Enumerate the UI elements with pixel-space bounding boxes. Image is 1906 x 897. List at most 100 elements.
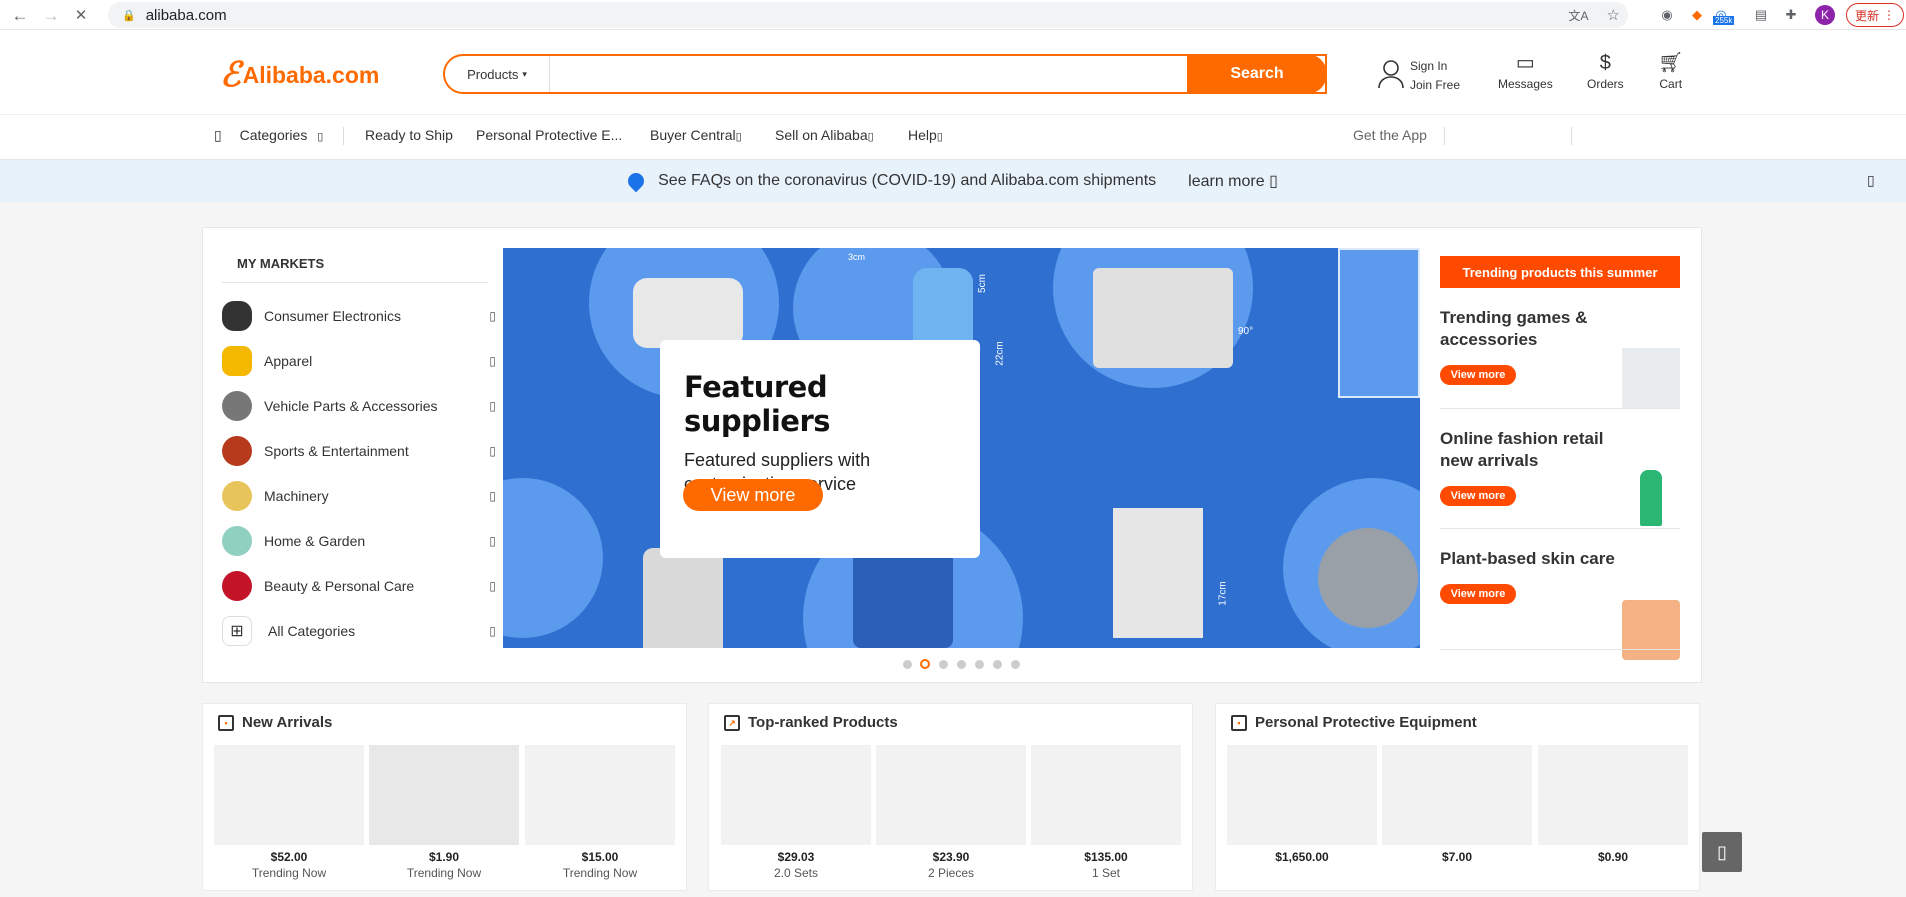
car-parts-icon [222, 391, 252, 421]
chevron-down-icon: ▯ [317, 131, 324, 143]
trending-view-more-button[interactable]: View more [1440, 486, 1516, 506]
covid-notice-text[interactable]: See FAQs on the coronavirus (COVID-19) a… [658, 172, 1156, 190]
carousel-dot[interactable] [1011, 660, 1020, 669]
product-subtext: Trending Now [251, 866, 327, 880]
market-item-apparel[interactable]: Apparel ▯ [222, 343, 496, 379]
learn-more-label: learn more [1188, 173, 1265, 190]
nav-help[interactable]: Help▯ [908, 127, 943, 143]
chevron-right-icon: ▯ [489, 489, 496, 503]
my-markets-title: MY MARKETS [237, 256, 325, 271]
product-black-faucet-image[interactable] [876, 745, 1026, 845]
market-item-all-categories[interactable]: ⊞ All Categories ▯ [222, 613, 496, 649]
skin-care-image[interactable] [1622, 600, 1680, 660]
market-item-beauty-personal-care[interactable]: Beauty & Personal Care ▯ [222, 568, 496, 604]
extension-globe-icon[interactable]: ◉ [1658, 6, 1676, 24]
translate-icon[interactable]: 文A [1569, 7, 1589, 24]
dim-label: 90° [1238, 326, 1254, 337]
kettle-image [643, 548, 723, 648]
menu-list-icon: ▯ [214, 127, 222, 143]
tshirt-icon [222, 346, 252, 376]
window-image [1338, 248, 1420, 398]
forward-arrow-icon[interactable]: → [40, 4, 62, 26]
product-shower-set-image[interactable] [721, 745, 871, 845]
market-item-home-garden[interactable]: Home & Garden ▯ [222, 523, 496, 559]
search-button[interactable]: Search [1187, 54, 1327, 94]
bookmark-star-icon[interactable]: ☆ [1607, 6, 1620, 24]
trending-view-more-button[interactable]: View more [1440, 584, 1516, 604]
building-icon: ▪ [1231, 714, 1247, 731]
url-text: alibaba.com [145, 6, 227, 24]
address-bar[interactable]: 🔒 alibaba.com 文A ☆ [108, 2, 1628, 28]
join-free-link[interactable]: Join Free [1410, 76, 1460, 95]
ppe-title[interactable]: ▪ Personal Protective Equipment [1231, 714, 1477, 731]
trending-header[interactable]: Trending products this summer [1440, 256, 1680, 288]
featured-view-more-button[interactable]: View more [683, 479, 823, 511]
update-button[interactable]: 更新 ⋮ [1846, 3, 1904, 27]
market-item-sports-entertainment[interactable]: Sports & Entertainment ▯ [222, 433, 496, 469]
alibaba-logo[interactable]: ℰ Alibaba.com [220, 55, 379, 95]
carousel-dot-active[interactable] [920, 659, 930, 669]
nav-ready-to-ship[interactable]: Ready to Ship [365, 127, 453, 143]
stop-loading-icon[interactable]: ✕ [70, 4, 92, 26]
messages-button[interactable]: ▭ Messages [1498, 52, 1553, 91]
product-subtext: Trending Now [406, 866, 482, 880]
carousel-dot[interactable] [975, 660, 984, 669]
trending-item-title[interactable]: Plant-based skin care [1440, 548, 1620, 570]
extension-box-icon[interactable]: ▤ [1752, 6, 1770, 24]
feedback-icon[interactable]: ▯ [1702, 832, 1742, 872]
trend-chart-icon: ↗ [724, 714, 740, 731]
trending-item-title[interactable]: Trending games & accessories [1440, 307, 1620, 351]
cart-icon: 🛒︎ [1658, 52, 1684, 74]
trending-item-title[interactable]: Online fashion retail new arrivals [1440, 428, 1620, 472]
lock-icon: 🔒 [122, 9, 136, 22]
user-icon[interactable] [1376, 58, 1406, 90]
nav-personal-protective[interactable]: Personal Protective E... [476, 127, 622, 143]
market-label: Machinery [264, 488, 329, 504]
close-notice-icon[interactable]: ▯ [1867, 172, 1875, 189]
market-label: Apparel [264, 353, 313, 369]
new-arrivals-title[interactable]: ▪ New Arrivals [218, 714, 332, 731]
dress-image[interactable] [1640, 470, 1662, 526]
trending-divider [1440, 528, 1680, 529]
chevron-down-icon: ▯ [936, 131, 943, 143]
market-label: All Categories [268, 623, 356, 639]
more-menu-icon: ⋮ [1883, 8, 1895, 22]
extension-orange-icon[interactable]: ◆ [1688, 6, 1706, 24]
perfume-icon [222, 571, 252, 601]
product-subtext: 2.0 Sets [773, 866, 819, 880]
nav-buyer-central[interactable]: Buyer Central▯ [650, 127, 742, 143]
trending-view-more-button[interactable]: View more [1440, 365, 1516, 385]
carousel-dot[interactable] [939, 660, 948, 669]
carousel-dot[interactable] [993, 660, 1002, 669]
market-item-vehicle-parts[interactable]: Vehicle Parts & Accessories ▯ [222, 388, 496, 424]
chevron-down-icon: ▯ [867, 131, 874, 143]
product-shower-image[interactable] [214, 745, 364, 845]
carousel-dot[interactable] [957, 660, 966, 669]
trending-games-image[interactable] [1622, 348, 1680, 408]
market-item-consumer-electronics[interactable]: Consumer Electronics ▯ [222, 298, 496, 334]
market-item-machinery[interactable]: Machinery ▯ [222, 478, 496, 514]
product-thermometer-gun-image[interactable] [1382, 745, 1532, 845]
nav-sell-on-alibaba[interactable]: Sell on Alibaba▯ [775, 127, 874, 143]
cart-label: Cart [1659, 77, 1683, 91]
categories-menu[interactable]: ▯ Categories ▯ [214, 127, 323, 144]
location-pin-icon [624, 169, 648, 193]
profile-avatar[interactable]: K [1815, 5, 1835, 25]
product-subtext: 1 Set [1091, 866, 1121, 880]
get-the-app-link[interactable]: Get the App [1353, 127, 1427, 143]
product-thermometer-image[interactable] [1538, 745, 1688, 845]
product-faucet-image[interactable] [525, 745, 675, 845]
extensions-puzzle-icon[interactable]: ✚ [1782, 6, 1800, 24]
top-ranked-title[interactable]: ↗ Top-ranked Products [724, 714, 898, 731]
back-arrow-icon[interactable]: ← [9, 4, 31, 26]
cart-button[interactable]: 🛒︎ Cart [1658, 52, 1683, 91]
product-water-jug-image[interactable] [369, 745, 519, 845]
nav-help-label: Help [908, 127, 937, 143]
learn-more-link[interactable]: learn more ▯ [1188, 171, 1278, 191]
product-floor-faucet-image[interactable] [1031, 745, 1181, 845]
carousel-dot[interactable] [903, 660, 912, 669]
sign-in-link[interactable]: Sign In [1410, 57, 1460, 76]
orders-button[interactable]: $ Orders [1587, 52, 1624, 91]
product-dental-chair-image[interactable] [1227, 745, 1377, 845]
search-category-dropdown[interactable]: Products ▾ [445, 56, 550, 92]
